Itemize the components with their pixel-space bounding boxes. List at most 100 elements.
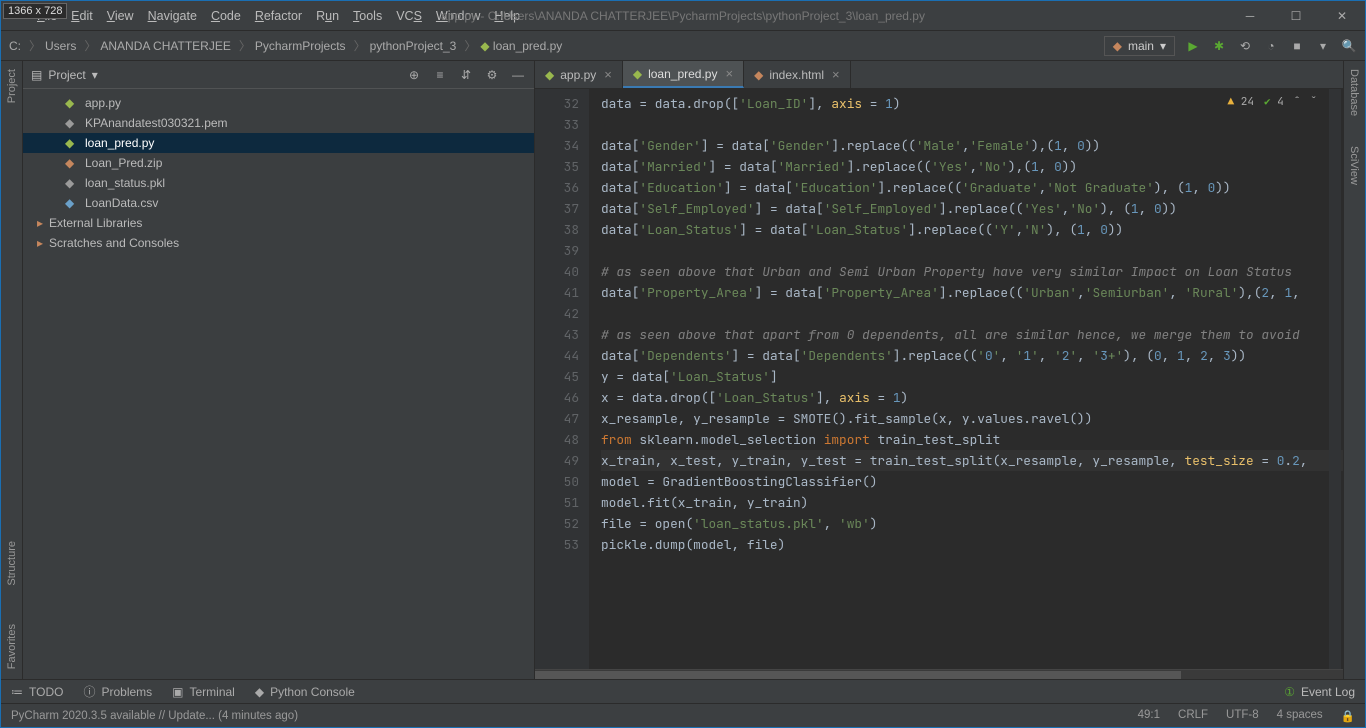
- tree-file-loan-pred-py[interactable]: ◆ loan_pred.py: [23, 133, 534, 153]
- rail-database[interactable]: Database: [1348, 69, 1360, 116]
- menu-run[interactable]: Run: [316, 9, 339, 23]
- crumb-users[interactable]: Users: [45, 39, 76, 53]
- menu-navigate[interactable]: Navigate: [148, 9, 197, 23]
- code-area[interactable]: data = data.drop(['Loan_ID'], axis = 1) …: [589, 89, 1343, 669]
- crumb-pycharmprojects[interactable]: PycharmProjects: [255, 39, 346, 53]
- folder-icon: ▤: [31, 68, 42, 82]
- crumb-ananda-chatterjee[interactable]: ANANDA CHATTERJEE: [100, 39, 230, 53]
- close-icon[interactable]: ×: [832, 67, 840, 82]
- left-rail: Project Structure Favorites: [1, 61, 23, 679]
- checks-count[interactable]: ✔ 4: [1264, 95, 1284, 109]
- tb-problems[interactable]: ⓘ Problems: [83, 683, 152, 700]
- status-bar: PyCharm 2020.3.5 available // Update... …: [1, 703, 1365, 727]
- crumb-loan-pred-py[interactable]: ◆ loan_pred.py: [480, 39, 562, 53]
- run-configuration[interactable]: ◆ main ▾: [1104, 36, 1175, 56]
- tree-file-kpanandatest030321-pem[interactable]: ◆ KPAnandatest030321.pem: [23, 113, 534, 133]
- close-icon[interactable]: ×: [725, 66, 733, 81]
- close-button[interactable]: ✕: [1319, 2, 1365, 30]
- file-label: loan_status.pkl: [85, 176, 165, 190]
- horizontal-scrollbar[interactable]: [535, 669, 1343, 679]
- rail-favorites[interactable]: Favorites: [6, 624, 18, 669]
- tree-root-scratches-and-consoles[interactable]: ▸ Scratches and Consoles: [23, 233, 534, 253]
- file-label: KPAnandatest030321.pem: [85, 116, 228, 130]
- file-icon: ◆: [65, 116, 79, 130]
- stop-icon[interactable]: ■: [1289, 38, 1305, 54]
- rail-structure[interactable]: Structure: [6, 541, 18, 586]
- file-label: loan_pred.py: [85, 136, 154, 150]
- nav-bar: C:〉Users〉ANANDA CHATTERJEE〉PycharmProjec…: [1, 31, 1365, 61]
- rail-sciview[interactable]: SciView: [1348, 146, 1360, 185]
- crumb-c-[interactable]: C:: [9, 39, 21, 53]
- locate-icon[interactable]: ⊕: [406, 67, 422, 83]
- tab-label: index.html: [769, 68, 824, 82]
- right-rail: Database SciView: [1343, 61, 1365, 679]
- file-icon: ◆: [65, 196, 79, 210]
- status-pos: 49:1: [1138, 709, 1160, 723]
- root-label: Scratches and Consoles: [49, 236, 179, 250]
- close-icon[interactable]: ×: [604, 67, 612, 82]
- collapse-icon[interactable]: ⇵: [458, 67, 474, 83]
- title-bar: File Edit View Navigate Code Refactor Ru…: [1, 1, 1365, 31]
- file-icon: ◆: [545, 68, 554, 82]
- window-title: app.py - C:\Users\ANANDA CHATTERJEE\Pych…: [441, 9, 925, 23]
- tb-todo[interactable]: ≔ TODO: [11, 685, 63, 699]
- tree-file-loan-pred-zip[interactable]: ◆Loan_Pred.zip: [23, 153, 534, 173]
- nav-down-icon[interactable]: ˇ: [1310, 95, 1317, 109]
- menu-edit[interactable]: Edit: [71, 9, 93, 23]
- tab-loan-pred-py[interactable]: ◆ loan_pred.py ×: [623, 61, 744, 88]
- editor[interactable]: ▲ 24 ✔ 4 ˆ ˇ 323334353637383940414243444…: [535, 89, 1343, 669]
- tab-label: app.py: [560, 68, 596, 82]
- tree-file-app-py[interactable]: ◆ app.py: [23, 93, 534, 113]
- event-log[interactable]: Event Log: [1301, 685, 1355, 699]
- menu-refactor[interactable]: Refactor: [255, 9, 302, 23]
- tb-python-console[interactable]: ◆ Python Console: [255, 685, 355, 699]
- debug-icon[interactable]: ✱: [1211, 38, 1227, 54]
- minimize-button[interactable]: ─: [1227, 2, 1273, 30]
- file-icon: ◆: [633, 67, 642, 81]
- menu-tools[interactable]: Tools: [353, 9, 382, 23]
- file-label: app.py: [85, 96, 121, 110]
- tab-index-html[interactable]: ◆ index.html ×: [744, 61, 851, 88]
- gutter: 3233343536373839404142434445464748495051…: [535, 89, 589, 669]
- nav-up-icon[interactable]: ˆ: [1294, 95, 1301, 109]
- tree-file-loandata-csv[interactable]: ◆LoanData.csv: [23, 193, 534, 213]
- dimension-badge: 1366 x 728: [3, 3, 67, 19]
- lib-icon: ▸: [37, 236, 43, 250]
- rail-project[interactable]: Project: [6, 69, 18, 103]
- status-encoding[interactable]: UTF-8: [1226, 709, 1259, 723]
- file-label: Loan_Pred.zip: [85, 156, 162, 170]
- lock-icon[interactable]: 🔒: [1341, 709, 1355, 723]
- bottom-toolbar: ≔ TODO ⓘ Problems ▣ Terminal ◆ Python Co…: [1, 679, 1365, 703]
- expand-icon[interactable]: ≡: [432, 67, 448, 83]
- tree-root-external-libraries[interactable]: ▸ External Libraries: [23, 213, 534, 233]
- profile-icon[interactable]: ◔: [1263, 38, 1279, 54]
- hide-icon[interactable]: —: [510, 67, 526, 83]
- gear-icon[interactable]: ⚙: [484, 67, 500, 83]
- status-indent[interactable]: 4 spaces: [1277, 709, 1323, 723]
- chevron-down-icon[interactable]: ▾: [92, 68, 98, 82]
- run-icon[interactable]: ▶: [1185, 38, 1201, 54]
- menu-vcs[interactable]: VCS: [396, 9, 422, 23]
- maximize-button[interactable]: ☐: [1273, 2, 1319, 30]
- tb-terminal[interactable]: ▣ Terminal: [172, 685, 235, 699]
- coverage-icon[interactable]: ⟲: [1237, 38, 1253, 54]
- file-icon: ◆: [65, 136, 79, 150]
- lib-icon: ▸: [37, 216, 43, 230]
- file-icon: ◆: [65, 176, 79, 190]
- file-icon: ◆: [754, 68, 763, 82]
- menu-view[interactable]: View: [107, 9, 134, 23]
- file-icon: ◆: [65, 96, 79, 110]
- warnings-count[interactable]: ▲ 24: [1228, 95, 1254, 109]
- crumb-pythonproject-3[interactable]: pythonProject_3: [370, 39, 457, 53]
- more-icon[interactable]: ▾: [1315, 38, 1331, 54]
- project-tree: ◆ app.py ◆ KPAnandatest030321.pem ◆ loan_pred…: [23, 89, 534, 257]
- error-stripe[interactable]: [1329, 89, 1341, 669]
- project-panel: ▤ Project ▾ ⊕ ≡ ⇵ ⚙ — ◆app.py◆KPAnandate…: [23, 61, 535, 679]
- status-eol[interactable]: CRLF: [1178, 709, 1208, 723]
- tab-label: loan_pred.py: [648, 67, 717, 81]
- status-left[interactable]: PyCharm 2020.3.5 available // Update... …: [11, 710, 298, 722]
- menu-code[interactable]: Code: [211, 9, 241, 23]
- search-icon[interactable]: 🔍: [1341, 38, 1357, 54]
- tab-app-py[interactable]: ◆ app.py ×: [535, 61, 623, 88]
- tree-file-loan-status-pkl[interactable]: ◆ loan_status.pkl: [23, 173, 534, 193]
